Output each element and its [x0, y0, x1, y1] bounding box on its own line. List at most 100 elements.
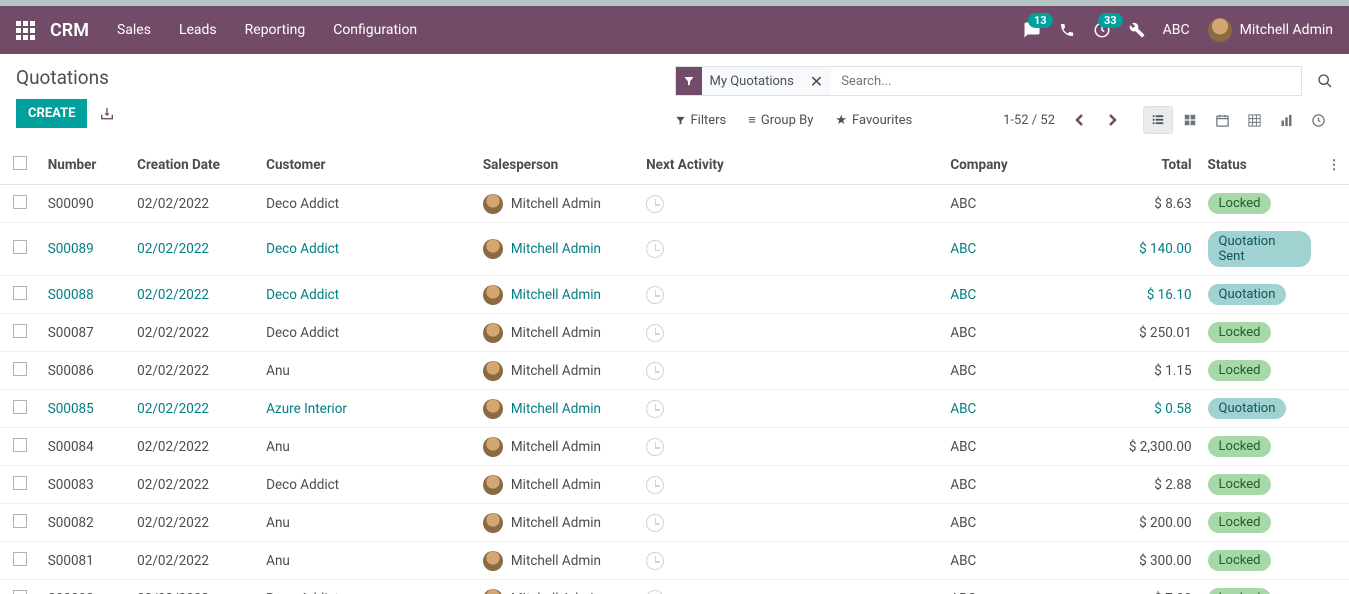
- company-switcher[interactable]: ABC: [1163, 22, 1190, 38]
- col-company[interactable]: Company: [942, 146, 1110, 185]
- col-creation[interactable]: Creation Date: [129, 146, 258, 185]
- activity-icon[interactable]: 33: [1093, 21, 1111, 39]
- table-row[interactable]: S00090 02/02/2022 Deco Addict Mitchell A…: [0, 185, 1349, 223]
- table-row[interactable]: S00082 02/02/2022 Anu Mitchell Admin ABC…: [0, 504, 1349, 542]
- clock-icon[interactable]: [646, 195, 664, 213]
- cell-number: S00086: [40, 352, 129, 390]
- cell-salesperson: Mitchell Admin: [483, 513, 630, 533]
- row-checkbox[interactable]: [13, 195, 27, 209]
- cell-total: $ 200.00: [1110, 504, 1199, 542]
- systray: 13 33 ABC Mitchell Admin: [1023, 18, 1333, 42]
- facet-remove[interactable]: ✕: [802, 72, 831, 91]
- row-checkbox[interactable]: [13, 362, 27, 376]
- view-graph[interactable]: [1271, 106, 1301, 134]
- brand[interactable]: CRM: [50, 20, 89, 41]
- filter-icon: [676, 67, 702, 95]
- view-calendar[interactable]: [1207, 106, 1237, 134]
- clock-icon[interactable]: [646, 552, 664, 570]
- col-status[interactable]: Status: [1200, 146, 1319, 185]
- chat-icon[interactable]: 13: [1023, 21, 1041, 39]
- cell-company: ABC: [942, 580, 1110, 594]
- row-checkbox[interactable]: [13, 590, 27, 594]
- view-kanban[interactable]: [1175, 106, 1205, 134]
- clock-icon[interactable]: [646, 362, 664, 380]
- cell-total: $ 2.88: [1110, 466, 1199, 504]
- apps-icon[interactable]: [16, 21, 36, 40]
- table-row[interactable]: S00081 02/02/2022 Anu Mitchell Admin ABC…: [0, 542, 1349, 580]
- status-badge: Locked: [1208, 474, 1272, 495]
- table-row[interactable]: S00089 02/02/2022 Deco Addict Mitchell A…: [0, 223, 1349, 276]
- avatar-icon: [483, 285, 503, 305]
- row-checkbox[interactable]: [13, 514, 27, 528]
- row-checkbox[interactable]: [13, 552, 27, 566]
- col-salesperson[interactable]: Salesperson: [475, 146, 638, 185]
- menu-reporting[interactable]: Reporting: [245, 22, 306, 38]
- avatar-icon: [483, 361, 503, 381]
- pager-prev[interactable]: [1067, 107, 1093, 133]
- clock-icon[interactable]: [646, 286, 664, 304]
- cell-date: 02/02/2022: [129, 542, 258, 580]
- clock-icon[interactable]: [646, 476, 664, 494]
- clock-icon[interactable]: [646, 514, 664, 532]
- table-row[interactable]: S00088 02/02/2022 Deco Addict Mitchell A…: [0, 276, 1349, 314]
- cell-company: ABC: [942, 276, 1110, 314]
- view-activity[interactable]: [1303, 106, 1333, 134]
- pager[interactable]: 1-52 / 52: [1003, 113, 1055, 128]
- page-title: Quotations: [16, 66, 675, 89]
- col-customer[interactable]: Customer: [258, 146, 475, 185]
- clock-icon[interactable]: [646, 590, 664, 594]
- groupby-button[interactable]: ≡ Group By: [748, 112, 813, 128]
- row-checkbox[interactable]: [13, 324, 27, 338]
- search-input[interactable]: [831, 66, 1302, 96]
- search-facet: My Quotations ✕: [675, 66, 832, 96]
- row-checkbox[interactable]: [13, 286, 27, 300]
- row-checkbox[interactable]: [13, 400, 27, 414]
- col-total[interactable]: Total: [1110, 146, 1199, 185]
- search-icon[interactable]: [1301, 66, 1333, 96]
- row-checkbox[interactable]: [13, 476, 27, 490]
- user-menu[interactable]: Mitchell Admin: [1208, 18, 1333, 42]
- table-row[interactable]: S00083 02/02/2022 Deco Addict Mitchell A…: [0, 466, 1349, 504]
- select-all-checkbox[interactable]: [13, 156, 27, 170]
- phone-icon[interactable]: [1059, 22, 1075, 38]
- debug-icon[interactable]: [1129, 22, 1145, 38]
- pager-next[interactable]: [1099, 107, 1125, 133]
- cell-number: S00089: [40, 223, 129, 276]
- status-badge: Quotation: [1208, 284, 1287, 305]
- table-row[interactable]: S00084 02/02/2022 Anu Mitchell Admin ABC…: [0, 428, 1349, 466]
- clock-icon[interactable]: [646, 240, 664, 258]
- favourites-button[interactable]: ★ Favourites: [835, 112, 912, 128]
- menu-sales[interactable]: Sales: [117, 22, 151, 38]
- row-checkbox[interactable]: [13, 240, 27, 254]
- table-row[interactable]: S00086 02/02/2022 Anu Mitchell Admin ABC…: [0, 352, 1349, 390]
- filters-button[interactable]: Filters: [675, 112, 727, 128]
- status-badge: Locked: [1208, 550, 1272, 571]
- avatar-icon: [483, 437, 503, 457]
- clock-icon[interactable]: [646, 400, 664, 418]
- view-pivot[interactable]: [1239, 106, 1269, 134]
- cell-number: S00082: [40, 504, 129, 542]
- cell-number: S00084: [40, 428, 129, 466]
- clock-icon[interactable]: [646, 438, 664, 456]
- table-row[interactable]: S00085 02/02/2022 Azure Interior Mitchel…: [0, 390, 1349, 428]
- table-row[interactable]: S00087 02/02/2022 Deco Addict Mitchell A…: [0, 314, 1349, 352]
- view-list[interactable]: [1143, 106, 1173, 134]
- row-checkbox[interactable]: [13, 438, 27, 452]
- user-name: Mitchell Admin: [1240, 22, 1333, 38]
- table-row[interactable]: S00080 02/02/2022 Deco Addict Mitchell A…: [0, 580, 1349, 594]
- download-icon[interactable]: [99, 106, 115, 122]
- column-options-icon[interactable]: ⋮: [1327, 157, 1341, 173]
- cell-date: 02/02/2022: [129, 276, 258, 314]
- status-badge: Locked: [1208, 512, 1272, 533]
- col-activity[interactable]: Next Activity: [638, 146, 942, 185]
- cell-number: S00088: [40, 276, 129, 314]
- cell-customer: Deco Addict: [258, 223, 475, 276]
- menu-configuration[interactable]: Configuration: [333, 22, 417, 38]
- clock-icon[interactable]: [646, 324, 664, 342]
- cell-date: 02/02/2022: [129, 185, 258, 223]
- cell-salesperson: Mitchell Admin: [483, 239, 630, 259]
- create-button[interactable]: CREATE: [16, 99, 87, 128]
- col-number[interactable]: Number: [40, 146, 129, 185]
- menu-leads[interactable]: Leads: [179, 22, 217, 38]
- cell-customer: Deco Addict: [258, 314, 475, 352]
